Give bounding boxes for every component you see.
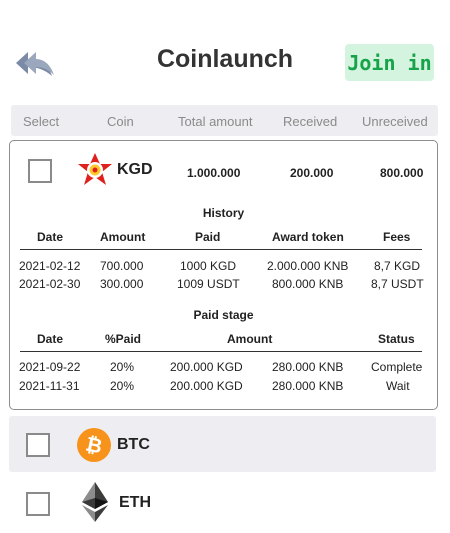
select-checkbox-btc[interactable]: [26, 433, 50, 457]
paid-stage-header-percent-paid: %Paid: [105, 332, 142, 346]
paid-stage-cell-percent: 20%: [110, 379, 135, 393]
column-header-select: Select: [23, 114, 60, 129]
select-checkbox-eth[interactable]: [26, 492, 50, 516]
history-cell-paid: 1000 KGD: [180, 259, 237, 273]
column-header-total-amount: Total amount: [178, 114, 253, 129]
paid-stage-cell-token: 280.000 KNB: [272, 379, 344, 393]
history-header-award-token: Award token: [272, 230, 344, 244]
column-header-received: Received: [283, 114, 338, 129]
paid-stage-header-status: Status: [378, 332, 415, 346]
paid-stage-divider: [20, 351, 422, 352]
history-cell-date: 2021-02-12: [19, 259, 81, 273]
history-cell-amount: 300.000: [100, 277, 144, 291]
history-header-fees: Fees: [383, 230, 411, 244]
paid-stage-cell-status: Complete: [371, 360, 423, 374]
paid-stage-cell-percent: 20%: [110, 360, 135, 374]
received-kgd: 200.000: [290, 166, 334, 180]
history-cell-paid: 1009 USDT: [177, 277, 240, 291]
history-header-date: Date: [37, 230, 64, 244]
ethereum-icon: [82, 482, 108, 522]
unreceived-kgd: 800.000: [380, 166, 424, 180]
join-in-button[interactable]: Join in: [345, 44, 434, 81]
history-title: History: [202, 206, 245, 220]
column-header-row: Select Coin Total amount Received Unrece…: [11, 105, 438, 136]
coin-row-btc[interactable]: ₿ BTC: [9, 416, 436, 472]
history-header-paid: Paid: [195, 230, 221, 244]
kgd-logo-icon: [78, 153, 112, 185]
history-cell-fees: 8,7 USDT: [371, 277, 424, 291]
history-cell-date: 2021-02-30: [19, 277, 81, 291]
paid-stage-cell-date: 2021-09-22: [19, 360, 81, 374]
paid-stage-cell-date: 2021-11-31: [19, 379, 80, 393]
paid-stage-cell-status: Wait: [386, 379, 410, 393]
paid-stage-cell-amount: 200.000 KGD: [170, 360, 243, 374]
bitcoin-icon: ₿: [77, 428, 111, 462]
history-header-amount: Amount: [100, 230, 146, 244]
paid-stage-title: Paid stage: [193, 308, 254, 322]
paid-stage-cell-amount: 200.000 KGD: [170, 379, 243, 393]
history-cell-amount: 700.000: [100, 259, 144, 273]
history-cell-award-token: 2.000.000 KNB: [267, 259, 349, 273]
paid-stage-header-amount: Amount: [227, 332, 273, 346]
coin-name-btc: BTC: [117, 436, 150, 453]
coin-name-eth: ETH: [119, 494, 151, 511]
history-cell-fees: 8,7 KGD: [374, 259, 421, 273]
paid-stage-cell-token: 280.000 KNB: [272, 360, 344, 374]
history-cell-award-token: 800.000 KNB: [272, 277, 344, 291]
total-amount-kgd: 1.000.000: [187, 166, 241, 180]
column-header-coin: Coin: [107, 114, 134, 129]
history-divider: [20, 249, 422, 250]
app-header: Coinlaunch Join in: [0, 0, 450, 110]
coin-row-eth[interactable]: ETH: [9, 476, 436, 532]
select-checkbox-kgd[interactable]: [28, 159, 52, 183]
coin-row-kgd[interactable]: KGD 1.000.000 200.000 800.000 History Da…: [9, 140, 438, 410]
column-header-unreceived: Unreceived: [362, 114, 428, 129]
paid-stage-header-date: Date: [37, 332, 64, 346]
coin-name-kgd: KGD: [117, 161, 153, 178]
